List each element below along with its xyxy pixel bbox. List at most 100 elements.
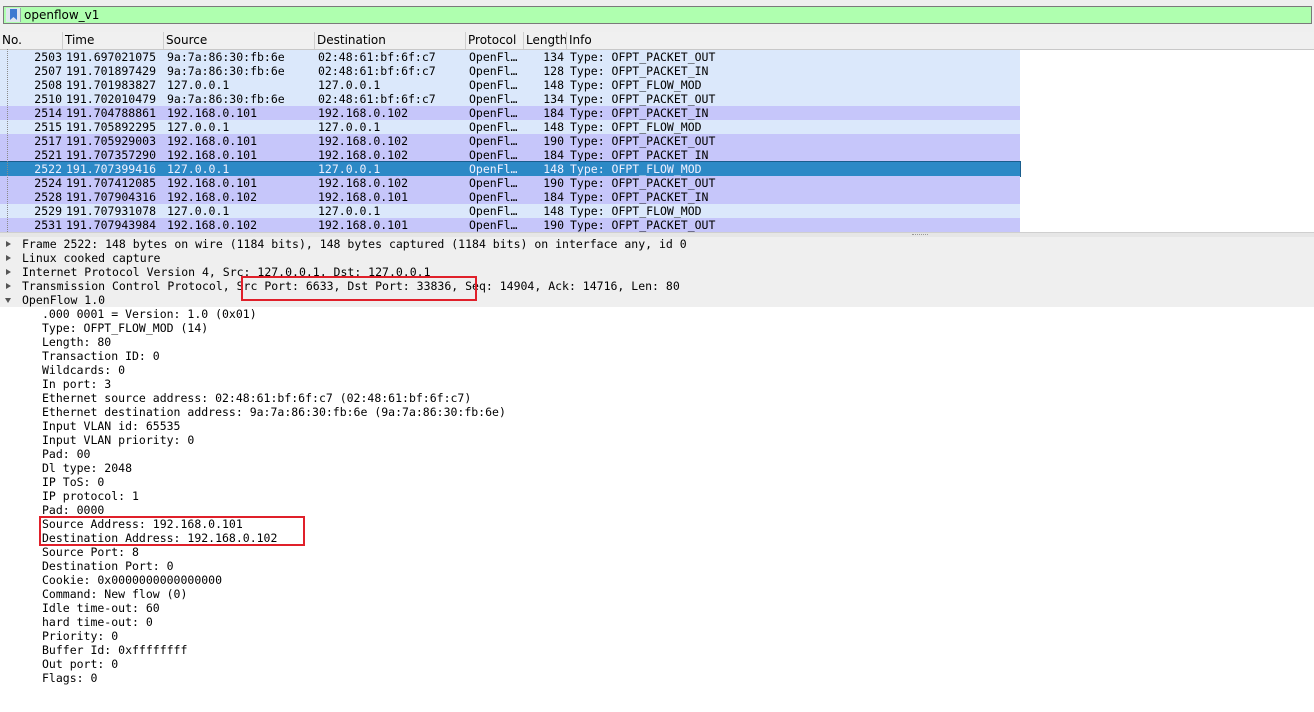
detail-field[interactable]: .000 0001 = Version: 1.0 (0x01) [0,307,1314,321]
packet-row[interactable]: 2510 191.702010479 9a:7a:86:30:fb:6e 02:48:… [0,92,1020,106]
packet-time: 191.705892295 [66,120,157,134]
detail-tree-node[interactable]: Internet Protocol Version 4, Src: 127.0.… [0,265,1314,279]
detail-field[interactable]: Ethernet source address: 02:48:61:bf:6f:… [0,391,1314,405]
detail-field[interactable]: hard time-out: 0 [0,615,1314,629]
packet-row[interactable]: 2507 191.701897429 9a:7a:86:30:fb:6e 02:48:… [0,64,1020,78]
packet-source: 9a:7a:86:30:fb:6e [167,92,285,106]
packet-protocol: OpenFl… [469,204,518,218]
packet-info: Type: OFPT_FLOW_MOD [570,120,702,134]
detail-field[interactable]: Ethernet destination address: 9a:7a:86:3… [0,405,1314,419]
bookmark-icon [10,9,17,20]
detail-text: Command: New flow (0) [42,587,188,601]
collapsed-arrow-icon[interactable] [6,241,11,247]
packet-row[interactable]: 2517 191.705929003 192.168.0.101 192.168.0.… [0,134,1020,148]
packet-no: 2515 [34,120,62,134]
packet-time: 191.701983827 [66,78,157,92]
packet-no: 2521 [34,148,62,162]
display-filter-input[interactable]: openflow_v1 [3,6,1312,24]
detail-field[interactable]: Transaction ID: 0 [0,349,1314,363]
packet-time: 191.705929003 [66,134,157,148]
packet-row[interactable]: 2531 191.707943984 192.168.0.102 192.168.0.… [0,218,1020,232]
detail-field[interactable]: Cookie: 0x0000000000000000 [0,573,1314,587]
detail-field[interactable]: Flags: 0 [0,671,1314,685]
detail-field[interactable]: IP protocol: 1 [0,489,1314,503]
detail-text: Input VLAN id: 65535 [42,419,181,433]
collapsed-arrow-icon[interactable] [6,283,11,289]
packet-row-selected[interactable]: 2522 191.707399416 127.0.0.1 127.0.0.1 OpenF… [0,161,1021,177]
packet-row[interactable]: 2524 191.707412085 192.168.0.101 192.168.0.… [0,176,1020,190]
column-header-source[interactable]: Source [164,32,315,49]
packet-destination: 192.168.0.102 [318,134,409,148]
column-header-no[interactable]: No. [0,32,63,49]
detail-field[interactable]: Wildcards: 0 [0,363,1314,377]
detail-field[interactable]: Input VLAN priority: 0 [0,433,1314,447]
detail-tree-node[interactable]: Transmission Control Protocol, Src Port:… [0,279,1314,293]
detail-text: OpenFlow 1.0 [22,293,106,307]
packet-no: 2507 [34,64,62,78]
detail-field[interactable]: Input VLAN id: 65535 [0,419,1314,433]
column-header-protocol[interactable]: Protocol [466,32,524,49]
detail-text: Cookie: 0x0000000000000000 [42,573,223,587]
detail-text: Wildcards: 0 [42,363,126,377]
packet-destination: 127.0.0.1 [318,162,381,176]
detail-text: Destination Port: 0 [42,559,174,573]
packet-row[interactable]: 2515 191.705892295 127.0.0.1 127.0.0.1 OpenF… [0,120,1020,134]
display-filter-text: openflow_v1 [24,8,100,22]
detail-text: Flags: 0 [42,671,98,685]
packet-row[interactable]: 2514 191.704788861 192.168.0.101 192.168.0.… [0,106,1020,120]
detail-field[interactable]: Type: OFPT_FLOW_MOD (14) [0,321,1314,335]
packet-protocol: OpenFl… [469,92,518,106]
detail-field[interactable]: Source Port: 8 [0,545,1314,559]
detail-tree-node[interactable]: Frame 2522: 148 bytes on wire (1184 bits… [0,237,1314,251]
detail-field[interactable]: Out port: 0 [0,657,1314,671]
detail-field[interactable]: IP ToS: 0 [0,475,1314,489]
highlight-box-tcp-ports [241,276,477,301]
detail-text: Buffer Id: 0xffffffff [42,643,188,657]
detail-field[interactable]: Command: New flow (0) [0,587,1314,601]
collapsed-arrow-icon[interactable] [6,269,11,275]
packet-destination: 192.168.0.102 [318,106,409,120]
packet-row[interactable]: 2508 191.701983827 127.0.0.1 127.0.0.1 OpenF… [0,78,1020,92]
column-header-time[interactable]: Time [63,32,164,49]
detail-text: .000 0001 = Version: 1.0 (0x01) [42,307,257,321]
detail-tree-node[interactable]: OpenFlow 1.0 [0,293,1314,307]
detail-field[interactable]: Destination Port: 0 [0,559,1314,573]
packet-time: 191.707412085 [66,176,157,190]
detail-field[interactable]: In port: 3 [0,377,1314,391]
detail-field[interactable]: Idle time-out: 60 [0,601,1314,615]
packet-time: 191.702010479 [66,92,157,106]
detail-field[interactable]: Priority: 0 [0,629,1314,643]
collapsed-arrow-icon[interactable] [6,255,11,261]
packet-protocol: OpenFl… [469,78,518,92]
column-header-info[interactable]: Info [567,32,1314,49]
packet-row[interactable]: 2503 191.697021075 9a:7a:86:30:fb:6e 02:48:… [0,50,1020,64]
detail-text: In port: 3 [42,377,112,391]
filter-bookmark-button[interactable] [6,8,21,22]
detail-text: Dl type: 2048 [42,461,133,475]
column-header-length[interactable]: Length [524,32,567,49]
packet-row[interactable]: 2528 191.707904316 192.168.0.102 192.168.0.… [0,190,1020,204]
packet-destination: 02:48:61:bf:6f:c7 [318,64,436,78]
packet-row[interactable]: 2529 191.707931078 127.0.0.1 127.0.0.1 OpenF… [0,204,1020,218]
detail-text: IP protocol: 1 [42,489,139,503]
packet-details-pane[interactable]: Frame 2522: 148 bytes on wire (1184 bits… [0,237,1314,712]
packet-destination: 127.0.0.1 [318,78,381,92]
packet-time: 191.707931078 [66,204,157,218]
packet-info: Type: OFPT_FLOW_MOD [570,162,702,176]
detail-field[interactable]: Length: 80 [0,335,1314,349]
packet-protocol: OpenFl… [469,176,518,190]
detail-field[interactable]: Pad: 0000 [0,503,1314,517]
packet-destination: 192.168.0.101 [318,218,409,232]
detail-field[interactable]: Buffer Id: 0xffffffff [0,643,1314,657]
detail-field[interactable]: Dl type: 2048 [0,461,1314,475]
packet-destination: 192.168.0.102 [318,176,409,190]
packet-source: 127.0.0.1 [167,204,230,218]
packet-row[interactable]: 2521 191.707357290 192.168.0.101 192.168.0.… [0,148,1020,162]
expanded-arrow-icon[interactable] [5,298,11,303]
column-header-destination[interactable]: Destination [315,32,466,49]
packet-source: 192.168.0.101 [167,134,258,148]
packet-list[interactable]: No. Time Source Destination Protocol Len… [0,32,1314,232]
detail-field[interactable]: Pad: 00 [0,447,1314,461]
detail-text: Frame 2522: 148 bytes on wire (1184 bits… [22,237,687,251]
detail-tree-node[interactable]: Linux cooked capture [0,251,1314,265]
